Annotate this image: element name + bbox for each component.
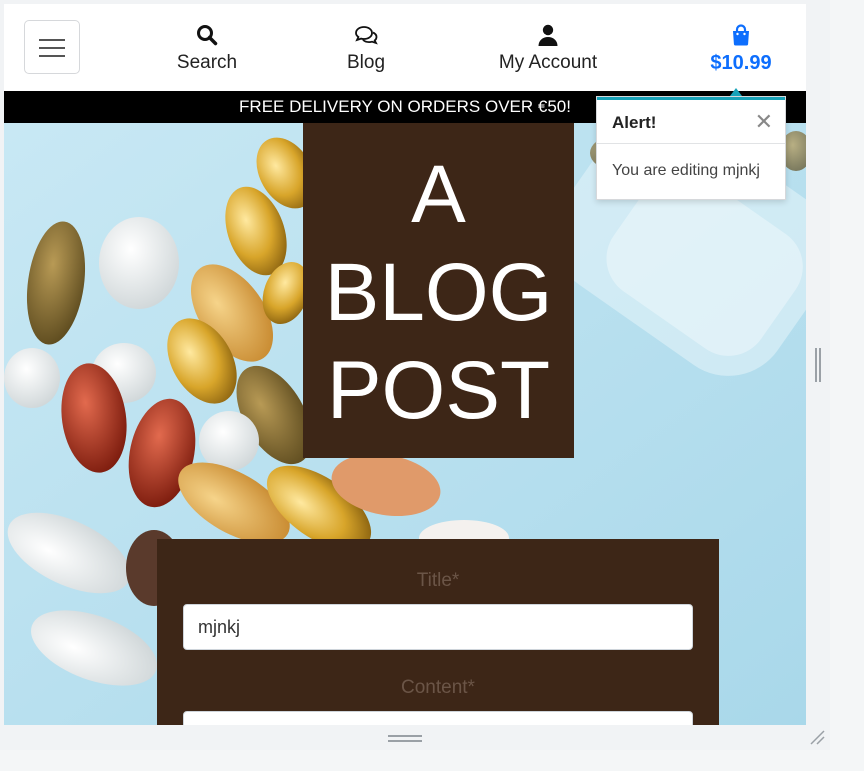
close-icon[interactable]: ✕: [755, 109, 773, 135]
nav-account-label: My Account: [498, 52, 598, 73]
nav-my-account[interactable]: My Account: [488, 22, 608, 74]
title-field-label: Title*: [416, 570, 460, 591]
hamburger-menu-icon: [39, 47, 65, 49]
bottom-resize-handle[interactable]: [388, 735, 422, 743]
nav-search[interactable]: Search: [167, 22, 247, 74]
navbar: Search Blog My Account $10.99: [4, 4, 806, 91]
menu-toggle-button[interactable]: [24, 20, 80, 74]
title-line: BLOG: [324, 247, 553, 338]
hamburger-menu-icon: [39, 55, 65, 57]
alert-toast: Alert! ✕ You are editing mjnkj: [596, 88, 786, 200]
page-viewport: Search Blog My Account $10.99 FREE DELIV…: [4, 4, 806, 725]
browser-frame: Search Blog My Account $10.99 FREE DELIV…: [0, 0, 830, 750]
edit-post-form: Title* Content*: [157, 539, 719, 725]
nav-blog[interactable]: Blog: [336, 22, 396, 74]
toast-header: Alert! ✕: [597, 100, 785, 144]
toast-pointer: [730, 88, 742, 96]
title-field[interactable]: [183, 604, 693, 650]
content-field[interactable]: [183, 711, 693, 725]
content-field-label: Content*: [401, 677, 475, 698]
title-line: A: [411, 149, 466, 240]
search-icon: [197, 25, 218, 46]
title-line: POST: [326, 345, 551, 436]
nav-cart[interactable]: $10.99: [704, 22, 778, 75]
toast-title: Alert!: [612, 113, 657, 132]
cart-total: $10.99: [710, 52, 772, 74]
user-icon: [538, 24, 558, 46]
hamburger-menu-icon: [39, 39, 65, 41]
shopping-bag-icon: [733, 24, 749, 46]
nav-blog-label: Blog: [346, 52, 386, 73]
toast-message: You are editing mjnkj: [612, 162, 760, 179]
nav-search-label: Search: [176, 52, 238, 73]
blog-post-title: A BLOG POST: [303, 123, 574, 458]
chat-bubbles-icon: [355, 26, 378, 45]
resize-grip-icon[interactable]: [808, 728, 826, 746]
side-resize-handle[interactable]: [815, 348, 821, 382]
hero-section: A BLOG POST Title* Content*: [4, 123, 806, 725]
